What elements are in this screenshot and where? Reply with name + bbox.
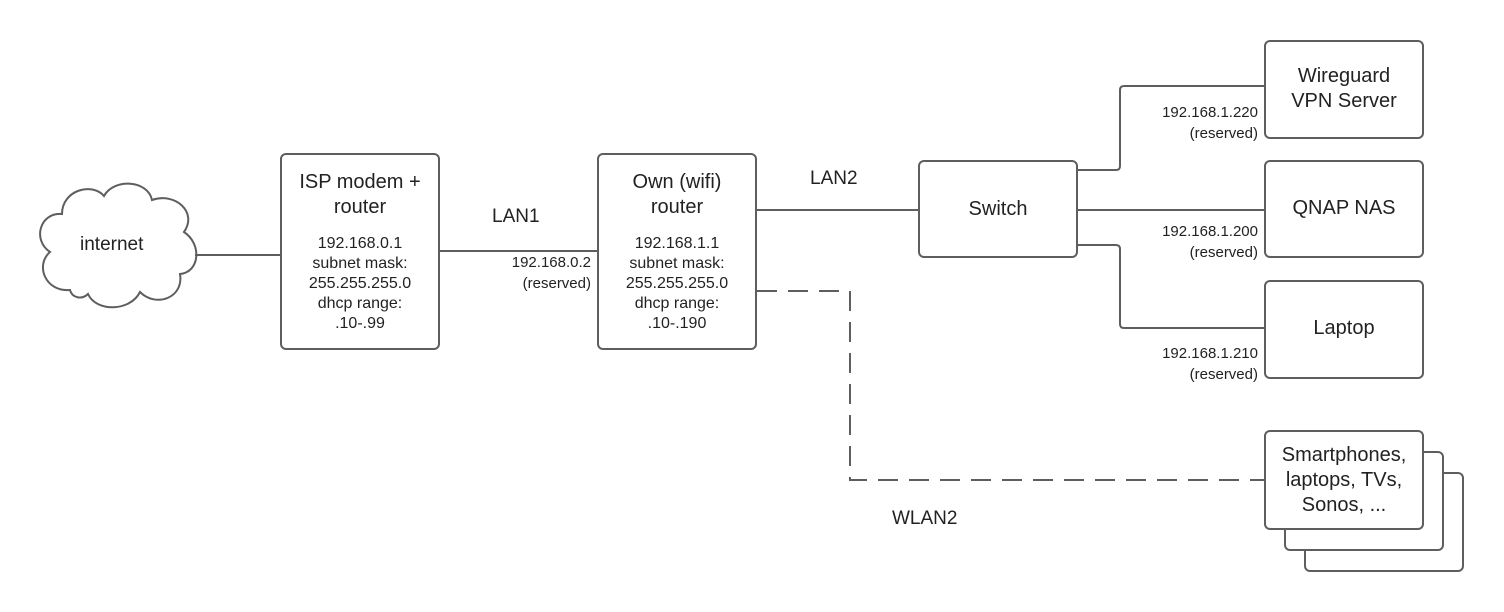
switch-node: Switch — [918, 160, 1078, 258]
detail-line: dhcp range: — [317, 294, 403, 312]
ip-address: 192.168.1.220 — [1162, 104, 1258, 121]
own-router-details: 192.168.1.1 subnet mask: 255.255.255.0 d… — [626, 234, 728, 334]
own-router-node: Own (wifi) router 192.168.1.1 subnet mas… — [597, 153, 757, 350]
ip-address: 192.168.0.2 — [511, 254, 591, 271]
devices-line: Sonos, ... — [1301, 493, 1387, 516]
ip-note: (reserved) — [522, 275, 591, 292]
devices-line: laptops, TVs, — [1285, 468, 1403, 491]
isp-router-title-1: ISP modem + — [299, 170, 421, 193]
wireguard-node: Wireguard VPN Server — [1264, 40, 1424, 139]
isp-router-title-2: router — [333, 195, 387, 218]
detail-line: subnet mask: — [629, 254, 725, 272]
detail-line: 255.255.255.0 — [625, 274, 729, 292]
ip-note: (reserved) — [1189, 366, 1258, 383]
wireguard-ip-label: 192.168.1.220 (reserved) — [1162, 102, 1258, 144]
detail-line: dhcp range: — [634, 294, 720, 312]
wlan2-label: WLAN2 — [892, 508, 958, 529]
detail-line: 255.255.255.0 — [308, 274, 412, 292]
isp-router-node: ISP modem + router 192.168.0.1 subnet ma… — [280, 153, 440, 350]
lan2-label: LAN2 — [810, 168, 858, 189]
lan1-label: LAN1 — [492, 206, 540, 227]
laptop-node: Laptop — [1264, 280, 1424, 379]
nas-title: QNAP NAS — [1292, 197, 1396, 219]
internet-label: internet — [80, 234, 144, 255]
wireguard-title-2: VPN Server — [1291, 90, 1397, 112]
ip-address: 192.168.1.210 — [1162, 345, 1258, 362]
devices-line: Smartphones, — [1281, 443, 1407, 466]
detail-line: .10-.190 — [647, 314, 707, 332]
ip-note: (reserved) — [1189, 125, 1258, 142]
wireguard-title-1: Wireguard — [1297, 65, 1391, 87]
nas-node: QNAP NAS — [1264, 160, 1424, 258]
detail-line: .10-.99 — [335, 314, 385, 332]
nas-ip-label: 192.168.1.200 (reserved) — [1162, 221, 1258, 263]
network-diagram: internet ISP modem + router 192.168.0.1 … — [0, 0, 1504, 612]
ip-address: 192.168.1.200 — [1162, 223, 1258, 240]
isp-router-details: 192.168.0.1 subnet mask: 255.255.255.0 d… — [309, 234, 411, 334]
switch-title: Switch — [968, 197, 1028, 220]
detail-line: 192.168.0.1 — [317, 234, 403, 252]
detail-line: subnet mask: — [312, 254, 408, 272]
laptop-ip-label: 192.168.1.210 (reserved) — [1162, 343, 1258, 385]
wireless-devices-node: Smartphones, laptops, TVs, Sonos, ... — [1264, 430, 1424, 530]
ip-note: (reserved) — [1189, 244, 1258, 261]
own-router-title-2: router — [650, 195, 704, 218]
wlan2-link — [757, 290, 1264, 481]
laptop-title: Laptop — [1313, 317, 1375, 339]
own-router-title-1: Own (wifi) — [632, 170, 722, 193]
lan1-ip-label: 192.168.0.2 (reserved) — [512, 252, 591, 294]
detail-line: 192.168.1.1 — [634, 234, 720, 252]
